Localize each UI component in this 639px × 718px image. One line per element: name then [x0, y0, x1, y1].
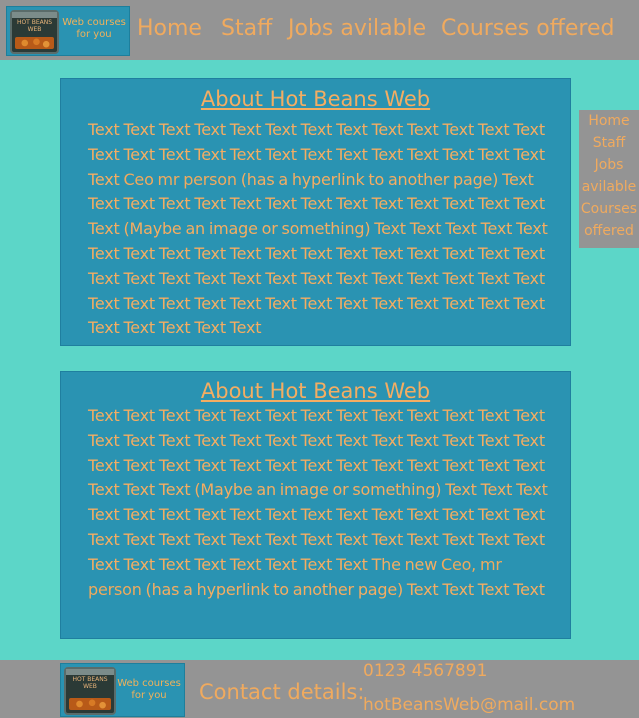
- logo-can-mark: HOT BEANS WEB: [72, 676, 108, 690]
- section-body: Text Text Text Text Text Text Text Text …: [88, 406, 548, 599]
- nav-link-home[interactable]: Home: [137, 16, 202, 41]
- logo-can-mark: HOT BEANS WEB: [16, 19, 53, 33]
- footer: HOT BEANS WEB Web courses for you Contac…: [0, 660, 639, 718]
- side-link-jobs[interactable]: Jobs avilable: [579, 154, 639, 198]
- section-body: Text Text Text Text Text Text Text Text …: [88, 120, 548, 338]
- side-link-staff[interactable]: Staff: [579, 132, 639, 154]
- hot-beans-logo[interactable]: HOT BEANS WEB Web courses for you: [6, 6, 130, 56]
- top-navigation-bar: HOT BEANS WEB Web courses for you Home S…: [0, 0, 639, 60]
- about-section-1: About Hot Beans Web Text Text Text Text …: [60, 78, 571, 346]
- section-title: About Hot Beans Web: [200, 87, 431, 111]
- footer-logo[interactable]: HOT BEANS WEB Web courses for you: [60, 663, 185, 717]
- nav-link-staff[interactable]: Staff: [221, 16, 272, 41]
- ceo-link[interactable]: Ceo mr person: [123, 170, 237, 189]
- bean-can-icon: HOT BEANS WEB: [64, 667, 116, 715]
- logo-tagline: Web courses for you: [117, 678, 181, 701]
- side-navigation: Home Staff Jobs avilable Courses offered: [579, 110, 639, 248]
- bean-can-icon: HOT BEANS WEB: [10, 10, 59, 54]
- side-link-home[interactable]: Home: [579, 110, 639, 132]
- about-section-2: About Hot Beans Web Text Text Text Text …: [60, 371, 571, 639]
- section-title: About Hot Beans Web: [200, 379, 431, 403]
- nav-link-courses[interactable]: Courses offered: [441, 16, 614, 41]
- logo-tagline: Web courses for you: [62, 17, 126, 40]
- side-link-courses[interactable]: Courses offered: [579, 198, 639, 242]
- phone-number: 0123 4567891: [363, 661, 488, 681]
- contact-details-label: Contact details:: [199, 680, 365, 704]
- email-address: hotBeansWeb@mail.com: [363, 695, 576, 715]
- nav-link-jobs[interactable]: Jobs avilable: [288, 16, 426, 41]
